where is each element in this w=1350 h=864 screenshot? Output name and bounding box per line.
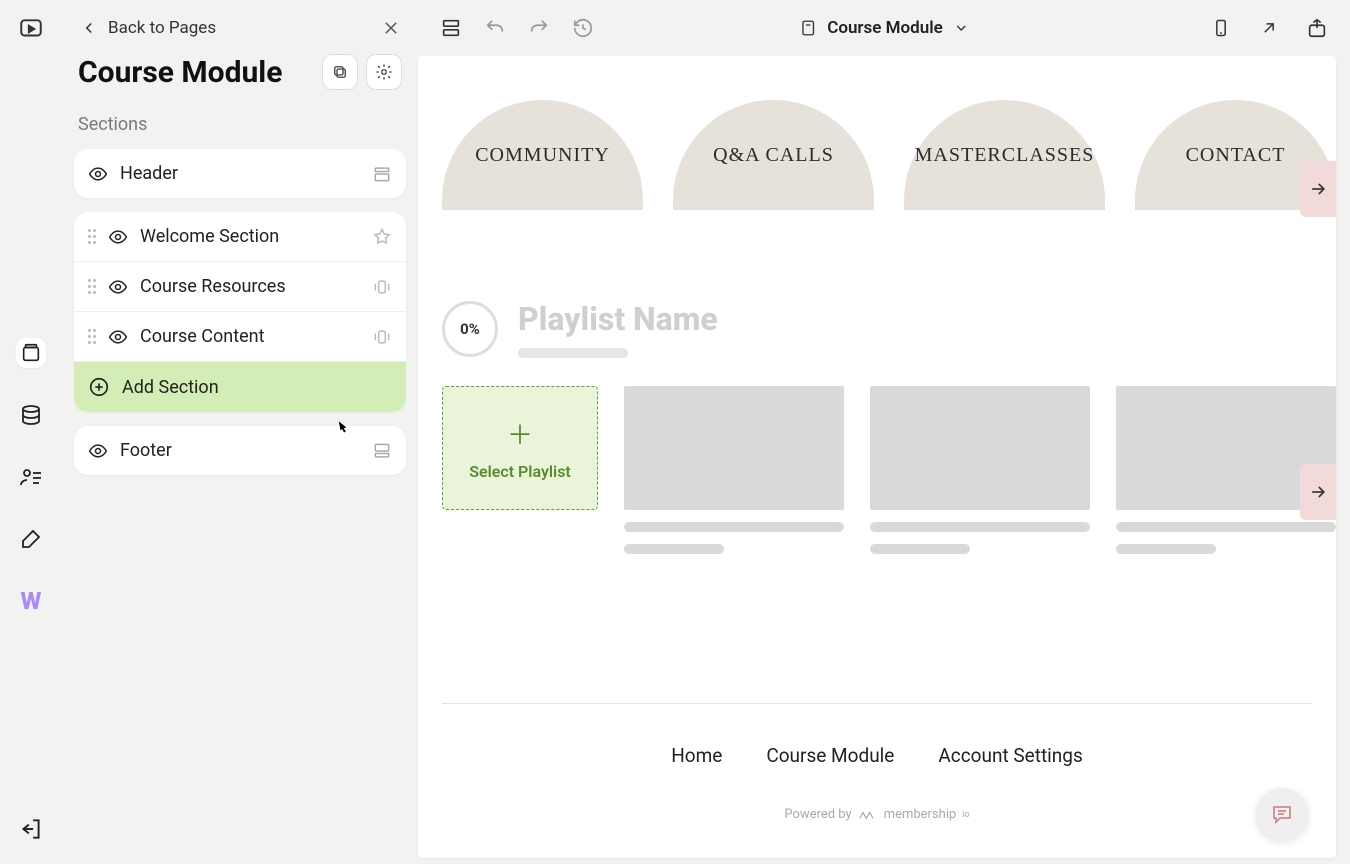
mobile-preview-icon[interactable]: [1210, 17, 1232, 39]
drag-handle-icon[interactable]: [88, 279, 96, 294]
visibility-icon[interactable]: [108, 227, 128, 247]
settings-button[interactable]: [366, 54, 402, 90]
canvas-preview: COMMUNITY Q&A CALLS MASTERCLASSES CONTAC…: [418, 56, 1336, 858]
nav-brand-icon[interactable]: W: [16, 586, 46, 616]
divider: [442, 703, 1312, 704]
nav-pills: COMMUNITY Q&A CALLS MASTERCLASSES CONTAC…: [442, 100, 1336, 210]
visibility-icon[interactable]: [108, 327, 128, 347]
plus-icon: ＋: [507, 415, 533, 452]
back-to-pages-link[interactable]: Back to Pages: [80, 18, 216, 38]
scroll-right-icon[interactable]: [1300, 161, 1336, 217]
left-rail: W: [0, 0, 62, 864]
progress-ring: 0%: [442, 301, 498, 357]
playlist-section: 0% Playlist Name ＋ Select Playlist: [442, 300, 1336, 554]
page-title: Course Module: [78, 55, 282, 90]
visibility-icon[interactable]: [108, 277, 128, 297]
chevron-down-icon: [953, 20, 969, 36]
redo-icon[interactable]: [528, 17, 550, 39]
footer-link-account[interactable]: Account Settings: [938, 744, 1082, 767]
nav-tools-icon[interactable]: [16, 524, 46, 554]
logout-icon[interactable]: [16, 814, 46, 844]
topbar: Course Module: [418, 0, 1350, 56]
nav-database-icon[interactable]: [16, 400, 46, 430]
section-label: Footer: [120, 440, 172, 461]
add-section-label: Add Section: [122, 377, 219, 398]
nav-pill-qa[interactable]: Q&A CALLS: [673, 100, 874, 210]
carousel-icon: [372, 327, 392, 347]
favorite-icon[interactable]: [372, 227, 392, 247]
page-name: Course Module: [827, 18, 943, 38]
nav-pill-community[interactable]: COMMUNITY: [442, 100, 643, 210]
nav-pages-icon[interactable]: [16, 338, 46, 368]
section-label: Header: [120, 163, 178, 184]
share-icon[interactable]: [1306, 17, 1328, 39]
nav-users-icon[interactable]: [16, 462, 46, 492]
section-label: Welcome Section: [140, 226, 279, 247]
carousel-icon: [372, 277, 392, 297]
section-item-footer[interactable]: Footer: [74, 426, 406, 475]
footer-link-home[interactable]: Home: [671, 744, 722, 767]
undo-icon[interactable]: [484, 17, 506, 39]
visibility-icon[interactable]: [88, 441, 108, 461]
section-label: Course Resources: [140, 276, 286, 297]
powered-by: Powered by membership io: [442, 807, 1312, 822]
back-label: Back to Pages: [108, 18, 216, 38]
select-playlist-label: Select Playlist: [469, 462, 571, 481]
select-playlist-card[interactable]: ＋ Select Playlist: [442, 386, 598, 510]
playlist-subtitle-placeholder: [518, 348, 628, 358]
open-external-icon[interactable]: [1258, 17, 1280, 39]
section-item-header[interactable]: Header: [74, 149, 406, 198]
history-icon[interactable]: [572, 17, 594, 39]
header-type-icon: [372, 164, 392, 184]
content-card-placeholder: [624, 386, 844, 554]
cursor-pointer-icon: [330, 416, 355, 441]
page-selector[interactable]: Course Module: [799, 18, 969, 38]
plus-circle-icon: [88, 376, 110, 398]
layout-toggle-icon[interactable]: [440, 17, 462, 39]
playlist-title: Playlist Name: [518, 300, 718, 338]
drag-handle-icon[interactable]: [88, 229, 96, 244]
close-icon[interactable]: [382, 19, 400, 37]
footer-link-course[interactable]: Course Module: [766, 744, 894, 767]
nav-pill-masterclasses[interactable]: MASTERCLASSES: [904, 100, 1105, 210]
preview-footer: Home Course Module Account Settings Powe…: [442, 703, 1312, 822]
section-item-welcome[interactable]: Welcome Section: [74, 212, 406, 262]
add-section-button[interactable]: Add Section: [74, 362, 406, 412]
duplicate-button[interactable]: [322, 54, 358, 90]
drag-handle-icon[interactable]: [88, 329, 96, 344]
section-label: Course Content: [140, 326, 265, 347]
section-item-resources[interactable]: Course Resources: [74, 262, 406, 312]
footer-type-icon: [372, 441, 392, 461]
content-card-placeholder: [870, 386, 1090, 554]
sections-heading: Sections: [72, 114, 408, 149]
scroll-right-icon[interactable]: [1300, 464, 1336, 520]
chat-support-icon[interactable]: [1256, 788, 1308, 840]
section-item-content[interactable]: Course Content: [74, 312, 406, 362]
app-logo-icon[interactable]: [16, 14, 46, 44]
sidebar-panel: Back to Pages Course Module Sections Hea…: [62, 0, 418, 864]
section-group: Welcome Section Course Resources Course …: [74, 212, 406, 412]
visibility-icon[interactable]: [88, 164, 108, 184]
